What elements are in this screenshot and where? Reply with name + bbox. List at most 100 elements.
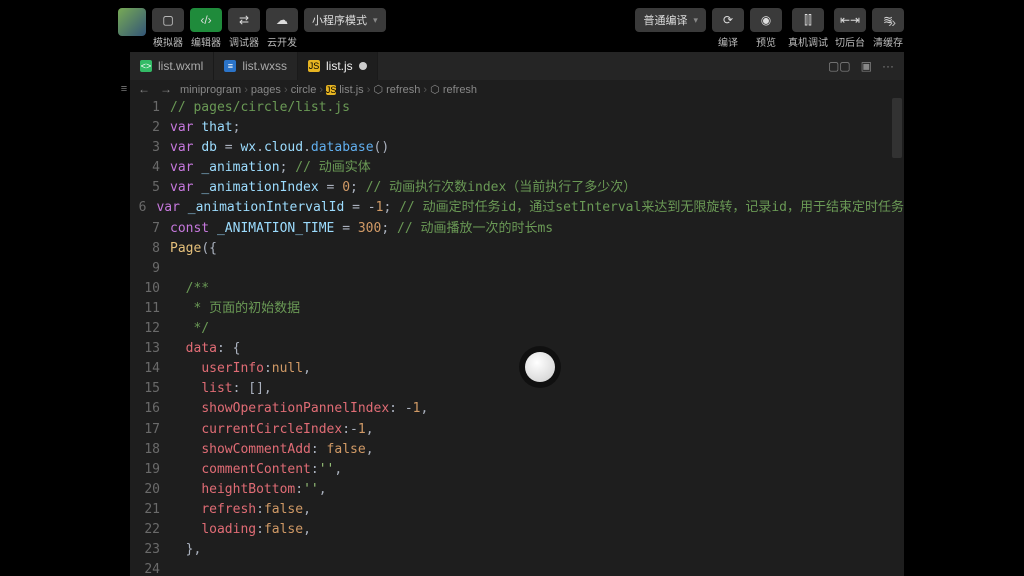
line-number: 10 bbox=[130, 279, 170, 299]
code-line[interactable]: 9 bbox=[130, 259, 904, 279]
line-number: 16 bbox=[130, 399, 170, 419]
breadcrumb-part[interactable]: circle bbox=[291, 84, 317, 96]
toolbar-label: 切后台 bbox=[835, 34, 865, 49]
toolbar-right-btn-3[interactable]: ⇤⇥切后台 bbox=[834, 8, 866, 49]
code-line[interactable]: 10 /** bbox=[130, 279, 904, 299]
line-number: 2 bbox=[130, 118, 170, 138]
line-number: 5 bbox=[130, 178, 170, 198]
code-line[interactable]: 13 data: { bbox=[130, 339, 904, 359]
code-content: currentCircleIndex:-1, bbox=[170, 420, 374, 440]
breadcrumb-part[interactable]: list.js bbox=[339, 84, 363, 96]
code-line[interactable]: 5var _animationIndex = 0; // 动画执行次数index… bbox=[130, 178, 904, 198]
line-number: 22 bbox=[130, 520, 170, 540]
tab-list.js[interactable]: JSlist.js bbox=[298, 52, 378, 80]
code-content: */ bbox=[170, 319, 209, 339]
compile-dropdown[interactable]: 普通编译 ▾ bbox=[635, 8, 706, 32]
toolbar-icon: ☁ bbox=[266, 8, 298, 32]
line-number: 15 bbox=[130, 379, 170, 399]
toolbar-icon: ⟳ bbox=[712, 8, 744, 32]
avatar[interactable] bbox=[118, 8, 146, 36]
nav-back-icon[interactable]: ← bbox=[136, 82, 152, 96]
code-line[interactable]: 1// pages/circle/list.js bbox=[130, 98, 904, 118]
line-number: 4 bbox=[130, 158, 170, 178]
split-editor-icon[interactable]: ▢▢ bbox=[828, 59, 851, 73]
code-line[interactable]: 6var _animationIntervalId = -1; // 动画定时任… bbox=[130, 198, 904, 218]
line-number: 14 bbox=[130, 359, 170, 379]
toolbar-label: 云开发 bbox=[267, 34, 297, 49]
dirty-dot-icon bbox=[359, 62, 367, 70]
line-number: 19 bbox=[130, 460, 170, 480]
code-line[interactable]: 16 showOperationPannelIndex: -1, bbox=[130, 399, 904, 419]
toolbar-overflow[interactable]: » bbox=[888, 14, 896, 30]
code-line[interactable]: 11 * 页面的初始数据 bbox=[130, 299, 904, 319]
more-icon[interactable]: ··· bbox=[882, 59, 894, 73]
tab-list.wxss[interactable]: ≡list.wxss bbox=[214, 52, 298, 80]
code-line[interactable]: 4var _animation; // 动画实体 bbox=[130, 158, 904, 178]
line-number: 21 bbox=[130, 500, 170, 520]
code-content: var that; bbox=[170, 118, 240, 138]
line-number: 6 bbox=[130, 198, 156, 218]
code-line[interactable]: 19 commentContent:'', bbox=[130, 460, 904, 480]
toolbar-btn-1[interactable]: ‹/› 编辑器 bbox=[190, 8, 222, 49]
js-file-icon: JS bbox=[308, 60, 320, 72]
code-line[interactable]: 24 bbox=[130, 560, 904, 576]
toolbar-label: 清缓存 bbox=[873, 34, 903, 49]
code-line[interactable]: 12 */ bbox=[130, 319, 904, 339]
code-content: loading:false, bbox=[170, 520, 311, 540]
code-line[interactable]: 7const _ANIMATION_TIME = 300; // 动画播放一次的… bbox=[130, 219, 904, 239]
code-line[interactable]: 2var that; bbox=[130, 118, 904, 138]
breadcrumb-part[interactable]: refresh bbox=[443, 84, 477, 96]
code-line[interactable]: 18 showCommentAdd: false, bbox=[130, 440, 904, 460]
breadcrumb-part[interactable]: refresh bbox=[386, 84, 420, 96]
toolbar-icon: ⇄ bbox=[228, 8, 260, 32]
toolbar-right-btn-0[interactable]: ⟳ 编译 bbox=[712, 8, 744, 49]
code-line[interactable]: 21 refresh:false, bbox=[130, 500, 904, 520]
breadcrumb-part[interactable]: pages bbox=[251, 84, 281, 96]
line-number: 20 bbox=[130, 480, 170, 500]
tab-label: list.wxss bbox=[242, 59, 287, 73]
code-line[interactable]: 23 }, bbox=[130, 540, 904, 560]
toolbar-right-btn-2[interactable]: ⫿⫿真机调试 bbox=[788, 8, 828, 49]
nav-forward-icon[interactable]: → bbox=[158, 82, 174, 96]
code-content: list: [], bbox=[170, 379, 272, 399]
code-line[interactable]: 15 list: [], bbox=[130, 379, 904, 399]
toolbar-label: 编辑器 bbox=[191, 34, 221, 49]
tab-list.wxml[interactable]: <> list.wxml bbox=[130, 52, 214, 80]
toolbar-label: 编译 bbox=[718, 34, 738, 49]
line-number: 18 bbox=[130, 440, 170, 460]
line-number: 3 bbox=[130, 138, 170, 158]
layout-icon[interactable]: ▣ bbox=[861, 59, 872, 73]
breadcrumb-part[interactable]: miniprogram bbox=[180, 84, 241, 96]
code-line[interactable]: 3var db = wx.cloud.database() bbox=[130, 138, 904, 158]
toolbar-label: 调试器 bbox=[229, 34, 259, 49]
toolbar-btn-2[interactable]: ⇄ 调试器 bbox=[228, 8, 260, 49]
scrollbar-thumb[interactable] bbox=[892, 98, 902, 158]
js-file-icon: JS bbox=[326, 85, 336, 95]
code-content: /** bbox=[170, 279, 209, 299]
mode-dropdown[interactable]: 小程序模式 ▾ bbox=[304, 8, 386, 32]
code-content: showCommentAdd: false, bbox=[170, 440, 374, 460]
code-line[interactable]: 20 heightBottom:'', bbox=[130, 480, 904, 500]
code-line[interactable]: 8Page({ bbox=[130, 239, 904, 259]
code-content: heightBottom:'', bbox=[170, 480, 327, 500]
code-content: var _animationIndex = 0; // 动画执行次数index（… bbox=[170, 178, 636, 198]
line-number: 11 bbox=[130, 299, 170, 319]
left-letterbox bbox=[0, 0, 118, 576]
code-line[interactable]: 22 loading:false, bbox=[130, 520, 904, 540]
code-line[interactable]: 17 currentCircleIndex:-1, bbox=[130, 420, 904, 440]
line-number: 7 bbox=[130, 219, 170, 239]
gutter-menu-icon[interactable]: ≡ bbox=[118, 80, 130, 98]
toolbar-icon: ‹/› bbox=[190, 8, 222, 32]
tab-label: list.wxml bbox=[158, 59, 203, 73]
code-line[interactable]: 14 userInfo:null, bbox=[130, 359, 904, 379]
line-number: 24 bbox=[130, 560, 170, 576]
toolbar-btn-0[interactable]: ▢模拟器 bbox=[152, 8, 184, 49]
toolbar-btn-3[interactable]: ☁ 云开发 bbox=[266, 8, 298, 49]
code-content: var db = wx.cloud.database() bbox=[170, 138, 389, 158]
code-content: const _ANIMATION_TIME = 300; // 动画播放一次的时… bbox=[170, 219, 553, 239]
editor-tabbar: <> list.wxml ≡list.wxssJSlist.js ▢▢ ▣ ··· bbox=[130, 52, 904, 80]
code-content: Page({ bbox=[170, 239, 217, 259]
wxml-file-icon: <> bbox=[140, 60, 152, 72]
code-editor[interactable]: 1// pages/circle/list.js2var that;3var d… bbox=[130, 98, 904, 576]
toolbar-right-btn-1[interactable]: ◉预览 bbox=[750, 8, 782, 49]
